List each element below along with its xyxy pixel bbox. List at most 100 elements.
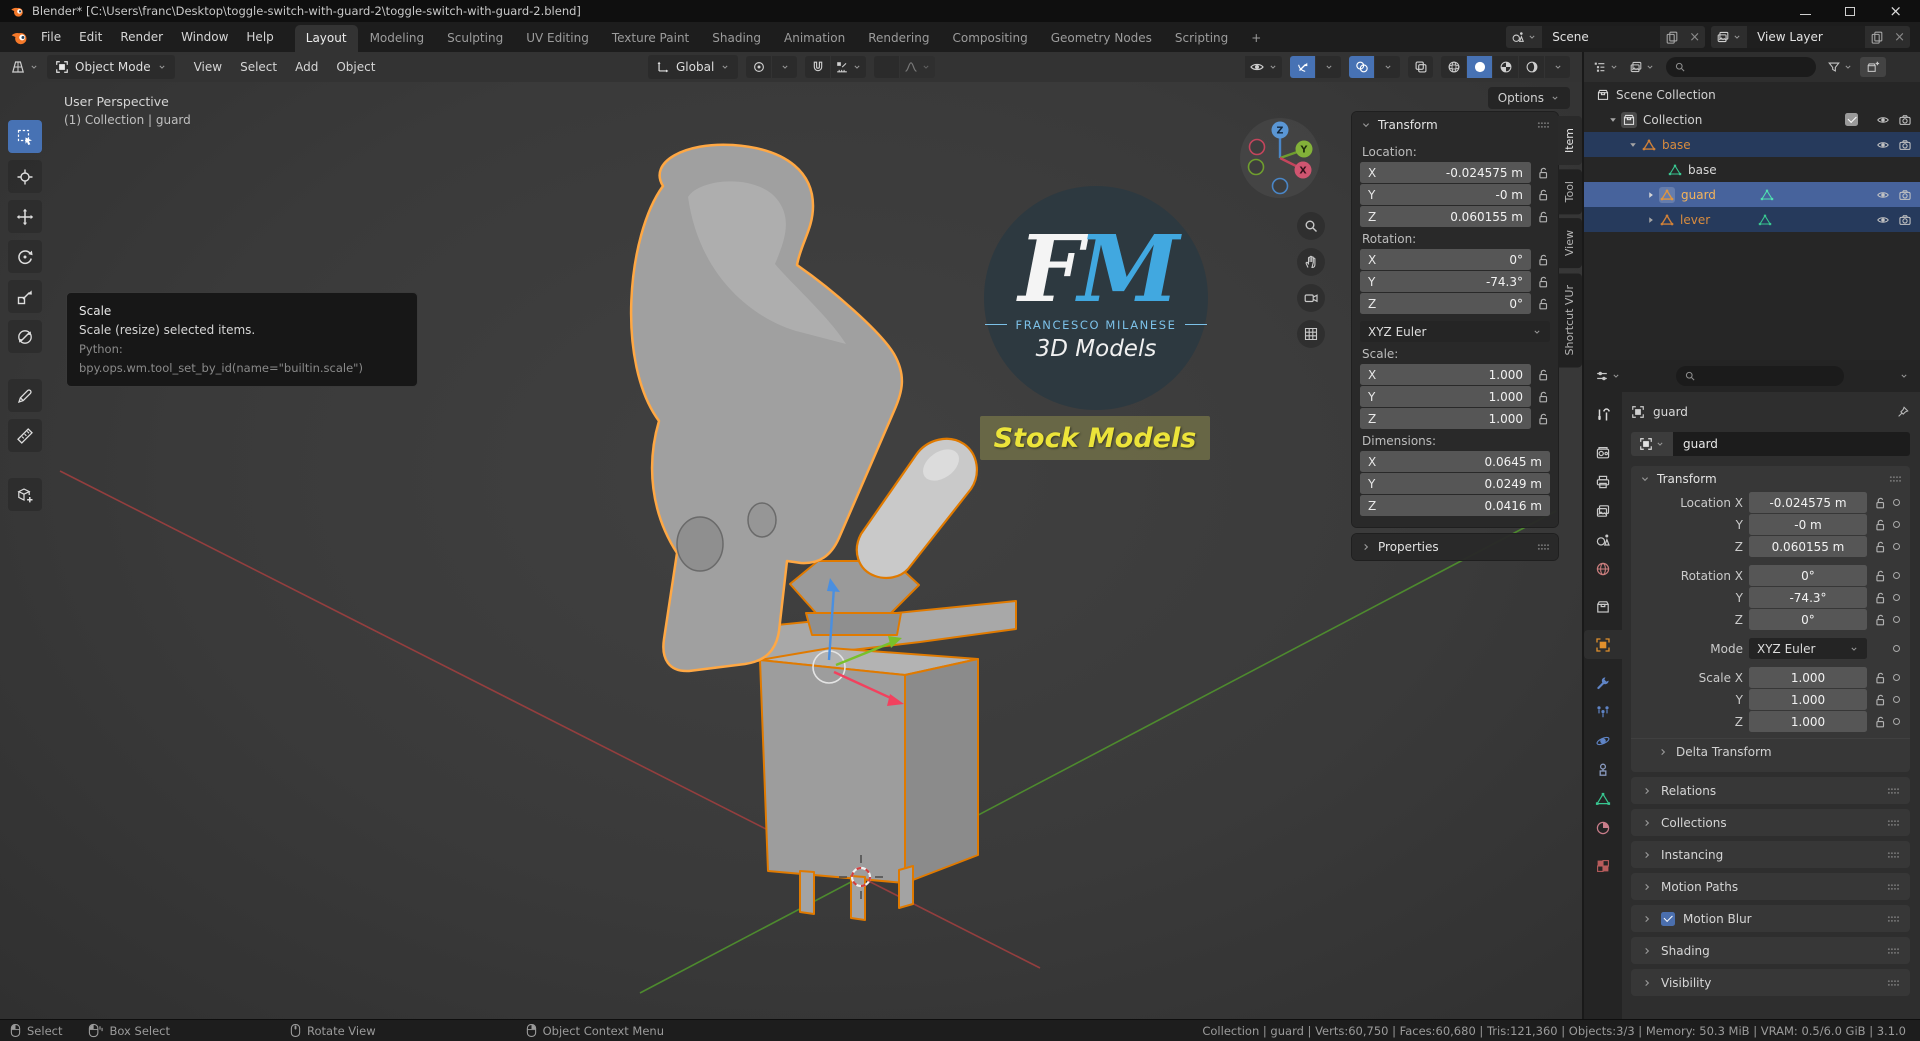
- outliner-filter-id-dropdown[interactable]: [1626, 58, 1658, 76]
- gizmo-neg-z-ball[interactable]: [1271, 177, 1289, 195]
- sidebar-tab-view[interactable]: View: [1558, 218, 1582, 269]
- viewport-canvas[interactable]: [0, 82, 1582, 1019]
- tab-object-data[interactable]: [1584, 784, 1622, 813]
- tab-world[interactable]: [1584, 554, 1622, 583]
- navigation-gizmo[interactable]: Z Y X: [1238, 116, 1322, 200]
- location-x-field[interactable]: -0.024575 m: [1749, 492, 1867, 513]
- camera-icon[interactable]: [1898, 213, 1912, 227]
- scale-y-field[interactable]: Y 1.000: [1360, 386, 1531, 407]
- tab-texture[interactable]: [1584, 851, 1622, 880]
- pivot-point-dropdown[interactable]: [772, 56, 798, 78]
- gizmo-neg-x-ball[interactable]: [1248, 138, 1266, 156]
- gizmo-z-ball[interactable]: Z: [1277, 125, 1284, 136]
- expand-triangle-icon[interactable]: [1628, 140, 1638, 150]
- rotation-y-field[interactable]: -74.3°: [1749, 587, 1867, 608]
- outliner-row-lever-object[interactable]: lever: [1584, 207, 1920, 232]
- outliner-row-scene-collection[interactable]: Scene Collection: [1584, 82, 1920, 107]
- panel-instancing[interactable]: Instancing: [1631, 841, 1910, 868]
- tab-render[interactable]: [1584, 438, 1622, 467]
- scale-x-field[interactable]: X 1.000: [1360, 364, 1531, 385]
- sidebar-tab-tool[interactable]: Tool: [1558, 169, 1582, 215]
- view-layer-new-button[interactable]: [1865, 26, 1890, 48]
- rotation-mode-dropdown[interactable]: XYZ Euler: [1749, 638, 1867, 659]
- tab-scene[interactable]: [1584, 525, 1622, 554]
- zoom-button[interactable]: [1297, 212, 1325, 240]
- animate-dot[interactable]: [1893, 594, 1900, 601]
- menu-render[interactable]: Render: [111, 26, 172, 48]
- rotation-y-field[interactable]: Y -74.3°: [1360, 271, 1531, 292]
- add-workspace-button[interactable]: +: [1240, 25, 1272, 52]
- drag-grip-icon[interactable]: [1537, 543, 1550, 551]
- animate-dot[interactable]: [1893, 572, 1900, 579]
- minimize-button[interactable]: [1800, 13, 1812, 15]
- rotation-x-field[interactable]: X 0°: [1360, 249, 1531, 270]
- scale-z-field[interactable]: 1.000: [1749, 711, 1867, 732]
- animate-dot[interactable]: [1893, 499, 1900, 506]
- menu-edit[interactable]: Edit: [70, 26, 111, 48]
- lock-icon[interactable]: [1873, 715, 1887, 729]
- snap-settings-dropdown[interactable]: [831, 56, 867, 78]
- lock-icon[interactable]: [1873, 671, 1887, 685]
- overlays-dropdown[interactable]: [1375, 56, 1400, 78]
- menu-file[interactable]: File: [32, 26, 70, 48]
- new-collection-button[interactable]: [1860, 57, 1886, 77]
- tool-scale[interactable]: [8, 280, 42, 313]
- sidebar-tab-shortcut-vur[interactable]: Shortcut VUr: [1558, 272, 1582, 367]
- animate-dot[interactable]: [1893, 521, 1900, 528]
- xray-toggle[interactable]: [1408, 56, 1433, 78]
- pan-button[interactable]: [1297, 248, 1325, 276]
- maximize-button[interactable]: [1845, 6, 1856, 16]
- tab-object[interactable]: [1584, 630, 1622, 659]
- tab-geometry-nodes[interactable]: Geometry Nodes: [1040, 25, 1163, 52]
- outliner-row-collection[interactable]: Collection: [1584, 107, 1920, 132]
- transform-panel-header[interactable]: Transform: [1352, 112, 1558, 138]
- lock-icon[interactable]: [1536, 390, 1550, 404]
- scene-new-button[interactable]: [1660, 26, 1685, 48]
- rotation-z-field[interactable]: 0°: [1749, 609, 1867, 630]
- dimensions-y-field[interactable]: Y 0.0249 m: [1360, 473, 1550, 494]
- mode-dropdown[interactable]: Object Mode: [47, 55, 175, 79]
- breadcrumb-object-name[interactable]: guard: [1653, 405, 1688, 419]
- tab-layout[interactable]: Layout: [294, 25, 358, 52]
- object-id-browse-button[interactable]: [1631, 432, 1673, 456]
- animate-dot[interactable]: [1893, 543, 1900, 550]
- drag-grip-icon[interactable]: [1537, 121, 1550, 129]
- delta-transform-subpanel[interactable]: Delta Transform: [1631, 738, 1910, 764]
- pin-icon[interactable]: [1896, 405, 1910, 419]
- outliner-filter-dropdown[interactable]: [1824, 58, 1856, 76]
- tab-shading[interactable]: Shading: [701, 25, 772, 52]
- lock-icon[interactable]: [1873, 591, 1887, 605]
- tab-modifiers[interactable]: [1584, 668, 1622, 697]
- properties-options-dropdown[interactable]: [1896, 369, 1912, 383]
- outliner-row-guard-object[interactable]: guard: [1584, 182, 1920, 207]
- lock-icon[interactable]: [1536, 166, 1550, 180]
- tab-animation[interactable]: Animation: [773, 25, 856, 52]
- transform-orientation-dropdown[interactable]: Global: [648, 55, 739, 79]
- proportional-editing-button[interactable]: [874, 56, 900, 78]
- tab-physics[interactable]: [1584, 726, 1622, 755]
- eye-icon[interactable]: [1876, 188, 1890, 202]
- tab-uv-editing[interactable]: UV Editing: [515, 25, 600, 52]
- eye-icon[interactable]: [1876, 113, 1890, 127]
- lock-icon[interactable]: [1536, 368, 1550, 382]
- location-y-field[interactable]: Y -0 m: [1360, 184, 1531, 205]
- lock-icon[interactable]: [1873, 569, 1887, 583]
- animate-dot[interactable]: [1893, 616, 1900, 623]
- editor-type-button[interactable]: [6, 56, 43, 78]
- panel-visibility[interactable]: Visibility: [1631, 969, 1910, 996]
- tab-constraints[interactable]: [1584, 755, 1622, 784]
- menu-select[interactable]: Select: [231, 56, 286, 78]
- lock-icon[interactable]: [1873, 693, 1887, 707]
- pivot-point-button[interactable]: [746, 56, 772, 78]
- shading-rendered-button[interactable]: [1519, 56, 1544, 78]
- menu-view[interactable]: View: [185, 56, 231, 78]
- lock-icon[interactable]: [1873, 540, 1887, 554]
- tab-texture-paint[interactable]: Texture Paint: [601, 25, 700, 52]
- tab-view-layer[interactable]: [1584, 496, 1622, 525]
- panel-motion-paths[interactable]: Motion Paths: [1631, 873, 1910, 900]
- menu-help[interactable]: Help: [237, 26, 282, 48]
- animate-dot[interactable]: [1893, 718, 1900, 725]
- tool-measure[interactable]: [8, 419, 42, 452]
- tab-particles[interactable]: [1584, 697, 1622, 726]
- tool-cursor[interactable]: [8, 160, 42, 193]
